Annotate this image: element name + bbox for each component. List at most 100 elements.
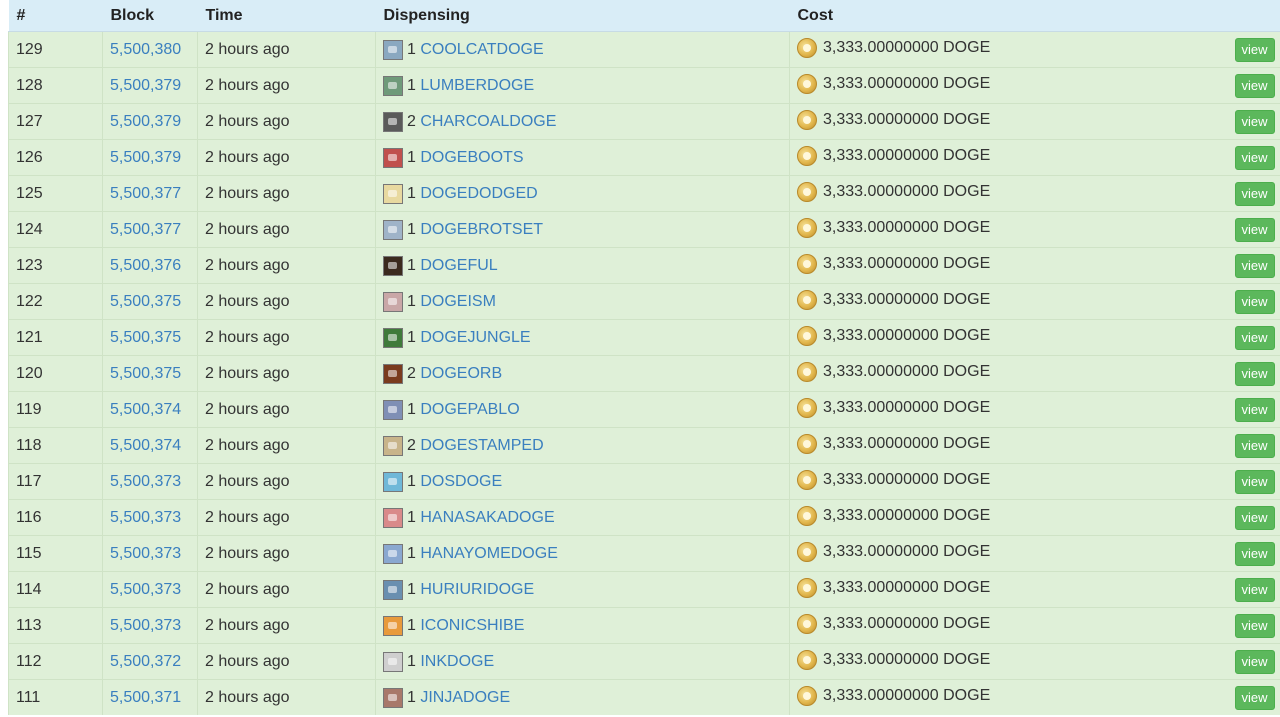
asset-thumbnail-icon[interactable]	[383, 579, 403, 600]
block-link[interactable]: 5,500,373	[110, 509, 181, 526]
asset-link[interactable]: INKDOGE	[420, 653, 494, 670]
block-link[interactable]: 5,500,375	[110, 329, 181, 346]
block-link[interactable]: 5,500,374	[110, 401, 181, 418]
asset-thumbnail-icon[interactable]	[383, 255, 403, 276]
asset-thumbnail-icon[interactable]	[383, 363, 403, 384]
asset-thumbnail-icon[interactable]	[383, 435, 403, 456]
asset-thumbnail-icon[interactable]	[383, 687, 403, 708]
time-cell: 2 hours ago	[197, 427, 376, 464]
asset-link[interactable]: DOGEISM	[420, 293, 496, 310]
asset-link[interactable]: HANAYOMEDOGE	[420, 545, 558, 562]
view-button[interactable]: view	[1234, 109, 1275, 134]
asset-link[interactable]: JINJADOGE	[420, 689, 510, 706]
view-button[interactable]: view	[1234, 685, 1275, 710]
view-button[interactable]: view	[1234, 397, 1275, 422]
asset-thumbnail-icon[interactable]	[383, 111, 403, 132]
view-button[interactable]: view	[1234, 649, 1275, 674]
table-row: 120 5,500,375 2 hours ago 2 DOGEORB 3,333.00…	[8, 355, 1280, 392]
dispensing-cell: 1 JINJADOGE	[375, 679, 790, 715]
asset-thumbnail-icon[interactable]	[383, 327, 403, 348]
asset-link[interactable]: DOGEBROTSET	[420, 221, 543, 238]
view-button[interactable]: view	[1234, 469, 1275, 494]
time-cell: 2 hours ago	[197, 103, 376, 140]
block-link[interactable]: 5,500,372	[110, 653, 181, 670]
asset-link[interactable]: DOGEFUL	[420, 257, 497, 274]
block-link[interactable]: 5,500,377	[110, 185, 181, 202]
block-link[interactable]: 5,500,377	[110, 221, 181, 238]
block-link[interactable]: 5,500,375	[110, 365, 181, 382]
view-button[interactable]: view	[1234, 541, 1275, 566]
block-link-cell: 5,500,374	[102, 427, 198, 464]
asset-thumbnail-icon[interactable]	[383, 507, 403, 528]
asset-link[interactable]: HANASAKADOGE	[420, 509, 554, 526]
view-button[interactable]: view	[1234, 253, 1275, 278]
view-button[interactable]: view	[1234, 361, 1275, 386]
block-link[interactable]: 5,500,374	[110, 437, 181, 454]
asset-thumbnail-icon[interactable]	[383, 471, 403, 492]
view-button[interactable]: view	[1234, 577, 1275, 602]
block-link[interactable]: 5,500,379	[110, 77, 181, 94]
row-number: 123	[8, 247, 103, 284]
view-button[interactable]: view	[1234, 289, 1275, 314]
dispense-quantity: 1	[407, 220, 416, 238]
table-row: 125 5,500,377 2 hours ago 1 DOGEDODGED 3,333…	[8, 175, 1280, 212]
asset-link[interactable]: DOGEJUNGLE	[420, 329, 530, 346]
asset-link[interactable]: DOGESTAMPED	[420, 437, 543, 454]
doge-coin-icon	[797, 505, 817, 526]
block-link-cell: 5,500,373	[102, 499, 198, 536]
view-button[interactable]: view	[1234, 73, 1275, 98]
view-button[interactable]: view	[1234, 325, 1275, 350]
asset-link[interactable]: DOGEBOOTS	[420, 149, 523, 166]
block-link-cell: 5,500,375	[102, 283, 198, 320]
asset-link[interactable]: DOGEDODGED	[420, 185, 537, 202]
block-link[interactable]: 5,500,373	[110, 473, 181, 490]
asset-link[interactable]: CHARCOALDOGE	[420, 113, 556, 130]
block-link[interactable]: 5,500,375	[110, 293, 181, 310]
view-button[interactable]: view	[1234, 145, 1275, 170]
asset-link[interactable]: ICONICSHIBE	[420, 617, 524, 634]
cost-value: 3,333.00000000 DOGE	[823, 398, 991, 416]
block-link[interactable]: 5,500,373	[110, 545, 181, 562]
asset-link[interactable]: LUMBERDOGE	[420, 77, 534, 94]
asset-thumbnail-icon[interactable]	[383, 39, 403, 60]
view-button[interactable]: view	[1234, 217, 1275, 242]
asset-thumbnail-icon[interactable]	[383, 615, 403, 636]
asset-link[interactable]: DOGEORB	[420, 365, 502, 382]
asset-thumbnail-icon[interactable]	[383, 75, 403, 96]
row-number: 120	[8, 355, 103, 392]
cost-cell: 3,333.00000000 DOGE view	[789, 247, 1280, 284]
asset-thumbnail-icon[interactable]	[383, 219, 403, 240]
asset-link[interactable]: DOSDOGE	[420, 473, 502, 490]
block-link-cell: 5,500,379	[102, 139, 198, 176]
view-button[interactable]: view	[1234, 37, 1275, 62]
view-button[interactable]: view	[1234, 505, 1275, 530]
row-number: 121	[8, 319, 103, 356]
block-link[interactable]: 5,500,376	[110, 257, 181, 274]
row-number: 127	[8, 103, 103, 140]
block-link[interactable]: 5,500,371	[110, 689, 181, 706]
dispensing-cell: 1 DOGEJUNGLE	[375, 319, 790, 356]
view-button[interactable]: view	[1234, 181, 1275, 206]
asset-thumbnail-icon[interactable]	[383, 291, 403, 312]
asset-link[interactable]: DOGEPABLO	[420, 401, 519, 418]
block-link[interactable]: 5,500,373	[110, 617, 181, 634]
doge-coin-icon	[797, 361, 817, 382]
block-link[interactable]: 5,500,380	[110, 41, 181, 58]
asset-link[interactable]: COOLCATDOGE	[420, 41, 543, 58]
asset-thumbnail-icon[interactable]	[383, 147, 403, 168]
view-button[interactable]: view	[1234, 613, 1275, 638]
asset-thumbnail-icon[interactable]	[383, 651, 403, 672]
asset-link[interactable]: HURIURIDOGE	[420, 581, 534, 598]
row-number: 111	[8, 679, 103, 715]
view-button[interactable]: view	[1234, 433, 1275, 458]
block-link-cell: 5,500,379	[102, 67, 198, 104]
block-link[interactable]: 5,500,379	[110, 149, 181, 166]
row-number: 118	[8, 427, 103, 464]
asset-thumbnail-icon[interactable]	[383, 183, 403, 204]
block-link[interactable]: 5,500,373	[110, 581, 181, 598]
cost-value: 3,333.00000000 DOGE	[823, 326, 991, 344]
asset-thumbnail-icon[interactable]	[383, 543, 403, 564]
time-cell: 2 hours ago	[197, 283, 376, 320]
block-link[interactable]: 5,500,379	[110, 113, 181, 130]
asset-thumbnail-icon[interactable]	[383, 399, 403, 420]
